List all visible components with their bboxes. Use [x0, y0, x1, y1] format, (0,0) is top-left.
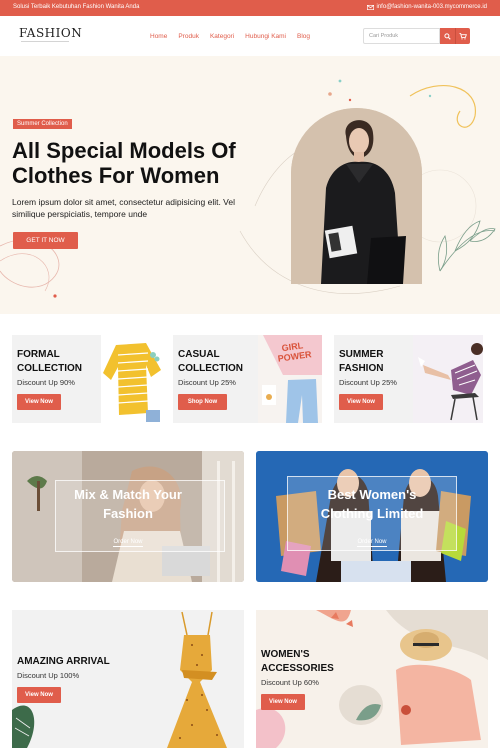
- order-now-text[interactable]: Order Now: [113, 539, 143, 547]
- category-title: SUMMER FASHION: [339, 348, 383, 376]
- arrival-title: WOMEN'S ACCESSORIES: [261, 648, 334, 676]
- hero-title-line2: Clothes For Women: [12, 163, 220, 188]
- striped-sweater-icon: [101, 335, 161, 423]
- arrival-title-line1: WOMEN'S: [261, 649, 310, 660]
- category-card-summer[interactable]: SUMMER FASHION Discount Up 25% View Now: [334, 335, 483, 423]
- nav-blog[interactable]: Blog: [297, 33, 310, 40]
- category-card-formal[interactable]: FORMAL COLLECTION Discount Up 90% View N…: [12, 335, 161, 423]
- category-title-line1: CASUAL: [178, 349, 220, 360]
- top-bar: Solusi Terbaik Kebutuhan Fashion Wanita …: [0, 0, 500, 16]
- category-discount: Discount Up 25%: [339, 378, 397, 387]
- arrival-discount: Discount Up 100%: [17, 671, 80, 680]
- nav-kategori[interactable]: Kategori: [210, 33, 234, 40]
- hero-badge: Summer Collection: [13, 119, 72, 129]
- view-now-button[interactable]: View Now: [17, 394, 61, 410]
- promo-title: Mix & Match Your Fashion: [12, 485, 244, 523]
- order-now-link[interactable]: Order Now: [256, 539, 488, 547]
- logo-text[interactable]: FASHION: [19, 26, 82, 40]
- get-it-now-button[interactable]: GET IT NOW: [13, 232, 78, 249]
- promo-title-line2: Fashion: [103, 506, 153, 521]
- hero-title: All Special Models Of Clothes For Women: [12, 138, 292, 188]
- cart-icon: [459, 32, 467, 39]
- casual-tshirt-icon: GIRL POWER: [258, 335, 322, 423]
- search-bar: Cari Produk: [363, 28, 471, 44]
- tagline: Solusi Terbaik Kebutuhan Fashion Wanita …: [13, 4, 140, 10]
- nav-home[interactable]: Home: [150, 33, 167, 40]
- category-discount: Discount Up 25%: [178, 378, 236, 387]
- site-header: FASHION Home Produk Kategori Hubungi Kam…: [0, 16, 500, 56]
- view-now-button[interactable]: View Now: [17, 687, 61, 703]
- email-text[interactable]: info@fashion-wanita-003.mycommerce.id: [377, 4, 487, 10]
- amazing-arrival-card[interactable]: AMAZING ARRIVAL Discount Up 100% View No…: [12, 610, 244, 748]
- promo-banner-best-womens[interactable]: Best Women's Clothing Limited Order Now: [256, 451, 488, 582]
- model-illustration: [291, 108, 422, 284]
- category-title: FORMAL COLLECTION: [17, 348, 82, 376]
- view-now-button[interactable]: View Now: [261, 694, 305, 710]
- logo-underline-icon: [21, 41, 69, 42]
- search-button[interactable]: [440, 28, 455, 44]
- category-title: CASUAL COLLECTION: [178, 348, 243, 376]
- order-now-link[interactable]: Order Now: [12, 539, 244, 547]
- category-title-line1: SUMMER: [339, 349, 384, 360]
- category-title-line2: COLLECTION: [178, 363, 243, 374]
- arrival-title: AMAZING ARRIVAL: [17, 656, 110, 667]
- category-title-line2: COLLECTION: [17, 363, 82, 374]
- promo-title-line1: Best Women's: [327, 487, 417, 502]
- nav-produk[interactable]: Produk: [178, 33, 199, 40]
- order-now-text[interactable]: Order Now: [357, 539, 387, 547]
- arrival-discount: Discount Up 60%: [261, 678, 319, 687]
- search-input[interactable]: Cari Produk: [363, 28, 440, 44]
- site-logo[interactable]: FASHION: [19, 26, 82, 43]
- category-title-line1: FORMAL: [17, 349, 60, 360]
- category-discount: Discount Up 90%: [17, 378, 75, 387]
- category-title-line2: FASHION: [339, 363, 384, 374]
- promo-title-line2: Clothing Limited: [320, 506, 424, 521]
- hero-banner: Summer Collection All Special Models Of …: [0, 56, 500, 314]
- main-nav: Home Produk Kategori Hubungi Kami Blog: [150, 33, 310, 40]
- category-card-casual[interactable]: GIRL POWER CASUAL COLLECTION Discount Up…: [173, 335, 322, 423]
- contact-email[interactable]: info@fashion-wanita-003.mycommerce.id: [366, 4, 487, 10]
- promo-banner-mix-match[interactable]: Mix & Match Your Fashion Order Now: [12, 451, 244, 582]
- hero-model-image: [291, 108, 422, 284]
- hero-description: Lorem ipsum dolor sit amet, consectetur …: [12, 197, 235, 219]
- hero-title-line1: All Special Models Of: [12, 138, 236, 163]
- envelope-icon: [366, 4, 374, 10]
- arrival-title-line2: ACCESSORIES: [261, 663, 334, 674]
- nav-hubungi-kami[interactable]: Hubungi Kami: [245, 33, 286, 40]
- womens-accessories-card[interactable]: WOMEN'S ACCESSORIES Discount Up 60% View…: [256, 610, 488, 748]
- cart-button[interactable]: [455, 28, 470, 44]
- search-icon: [444, 32, 451, 40]
- promo-title-line1: Mix & Match Your: [74, 487, 182, 502]
- shop-now-button[interactable]: Shop Now: [178, 394, 227, 410]
- promo-title: Best Women's Clothing Limited: [256, 485, 488, 523]
- summer-model-icon: [413, 335, 483, 423]
- view-now-button[interactable]: View Now: [339, 394, 383, 410]
